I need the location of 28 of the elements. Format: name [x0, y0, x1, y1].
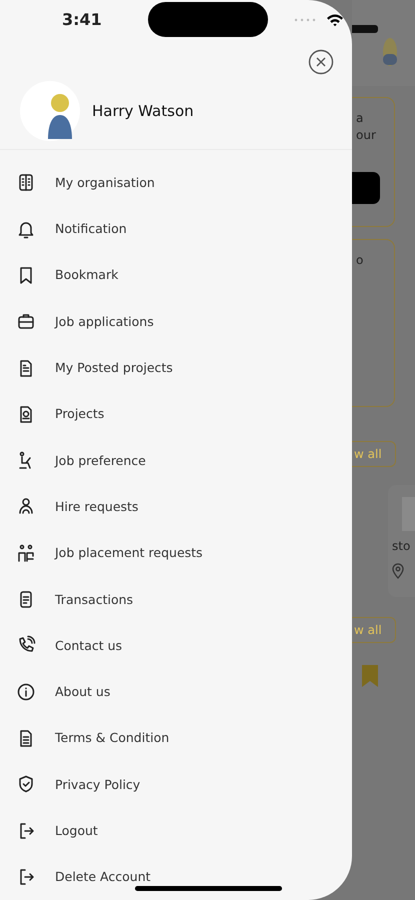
menu-item[interactable]: Bookmark: [0, 252, 352, 298]
card-text: o: [355, 252, 364, 269]
menu-item[interactable]: About us: [0, 668, 352, 715]
menu-item[interactable]: Privacy Policy: [0, 761, 352, 808]
info-icon: [16, 682, 36, 702]
card-text: a our: [355, 110, 377, 144]
menu-item[interactable]: Notification: [0, 206, 352, 252]
menu-item[interactable]: Transactions: [0, 576, 352, 622]
menu-item[interactable]: Logout: [0, 807, 352, 854]
menu-item[interactable]: Delete Account: [0, 854, 352, 900]
menu-item[interactable]: My organisation: [0, 159, 352, 206]
battery-icon: [352, 25, 378, 33]
wifi-icon: [326, 12, 344, 27]
status-time: 3:41: [62, 10, 102, 30]
menu-item[interactable]: Projects: [0, 390, 352, 438]
menu-item[interactable]: Contact us: [0, 622, 352, 669]
people-icon: [16, 542, 36, 563]
menu-item[interactable]: My Posted projects: [0, 344, 352, 391]
close-icon[interactable]: [308, 49, 334, 76]
menu-item[interactable]: Hire requests: [0, 483, 352, 530]
menu-item[interactable]: Job applications: [0, 298, 352, 344]
profile-name: Harry Watson: [92, 102, 194, 120]
menu-item[interactable]: Job placement requests: [0, 530, 352, 576]
menu-item[interactable]: Terms & Condition: [0, 714, 352, 762]
card-text: sto: [392, 539, 412, 553]
location-pin-icon: [392, 563, 404, 579]
menu-item[interactable]: Job preference: [0, 437, 352, 484]
signal-icon: [294, 18, 316, 22]
